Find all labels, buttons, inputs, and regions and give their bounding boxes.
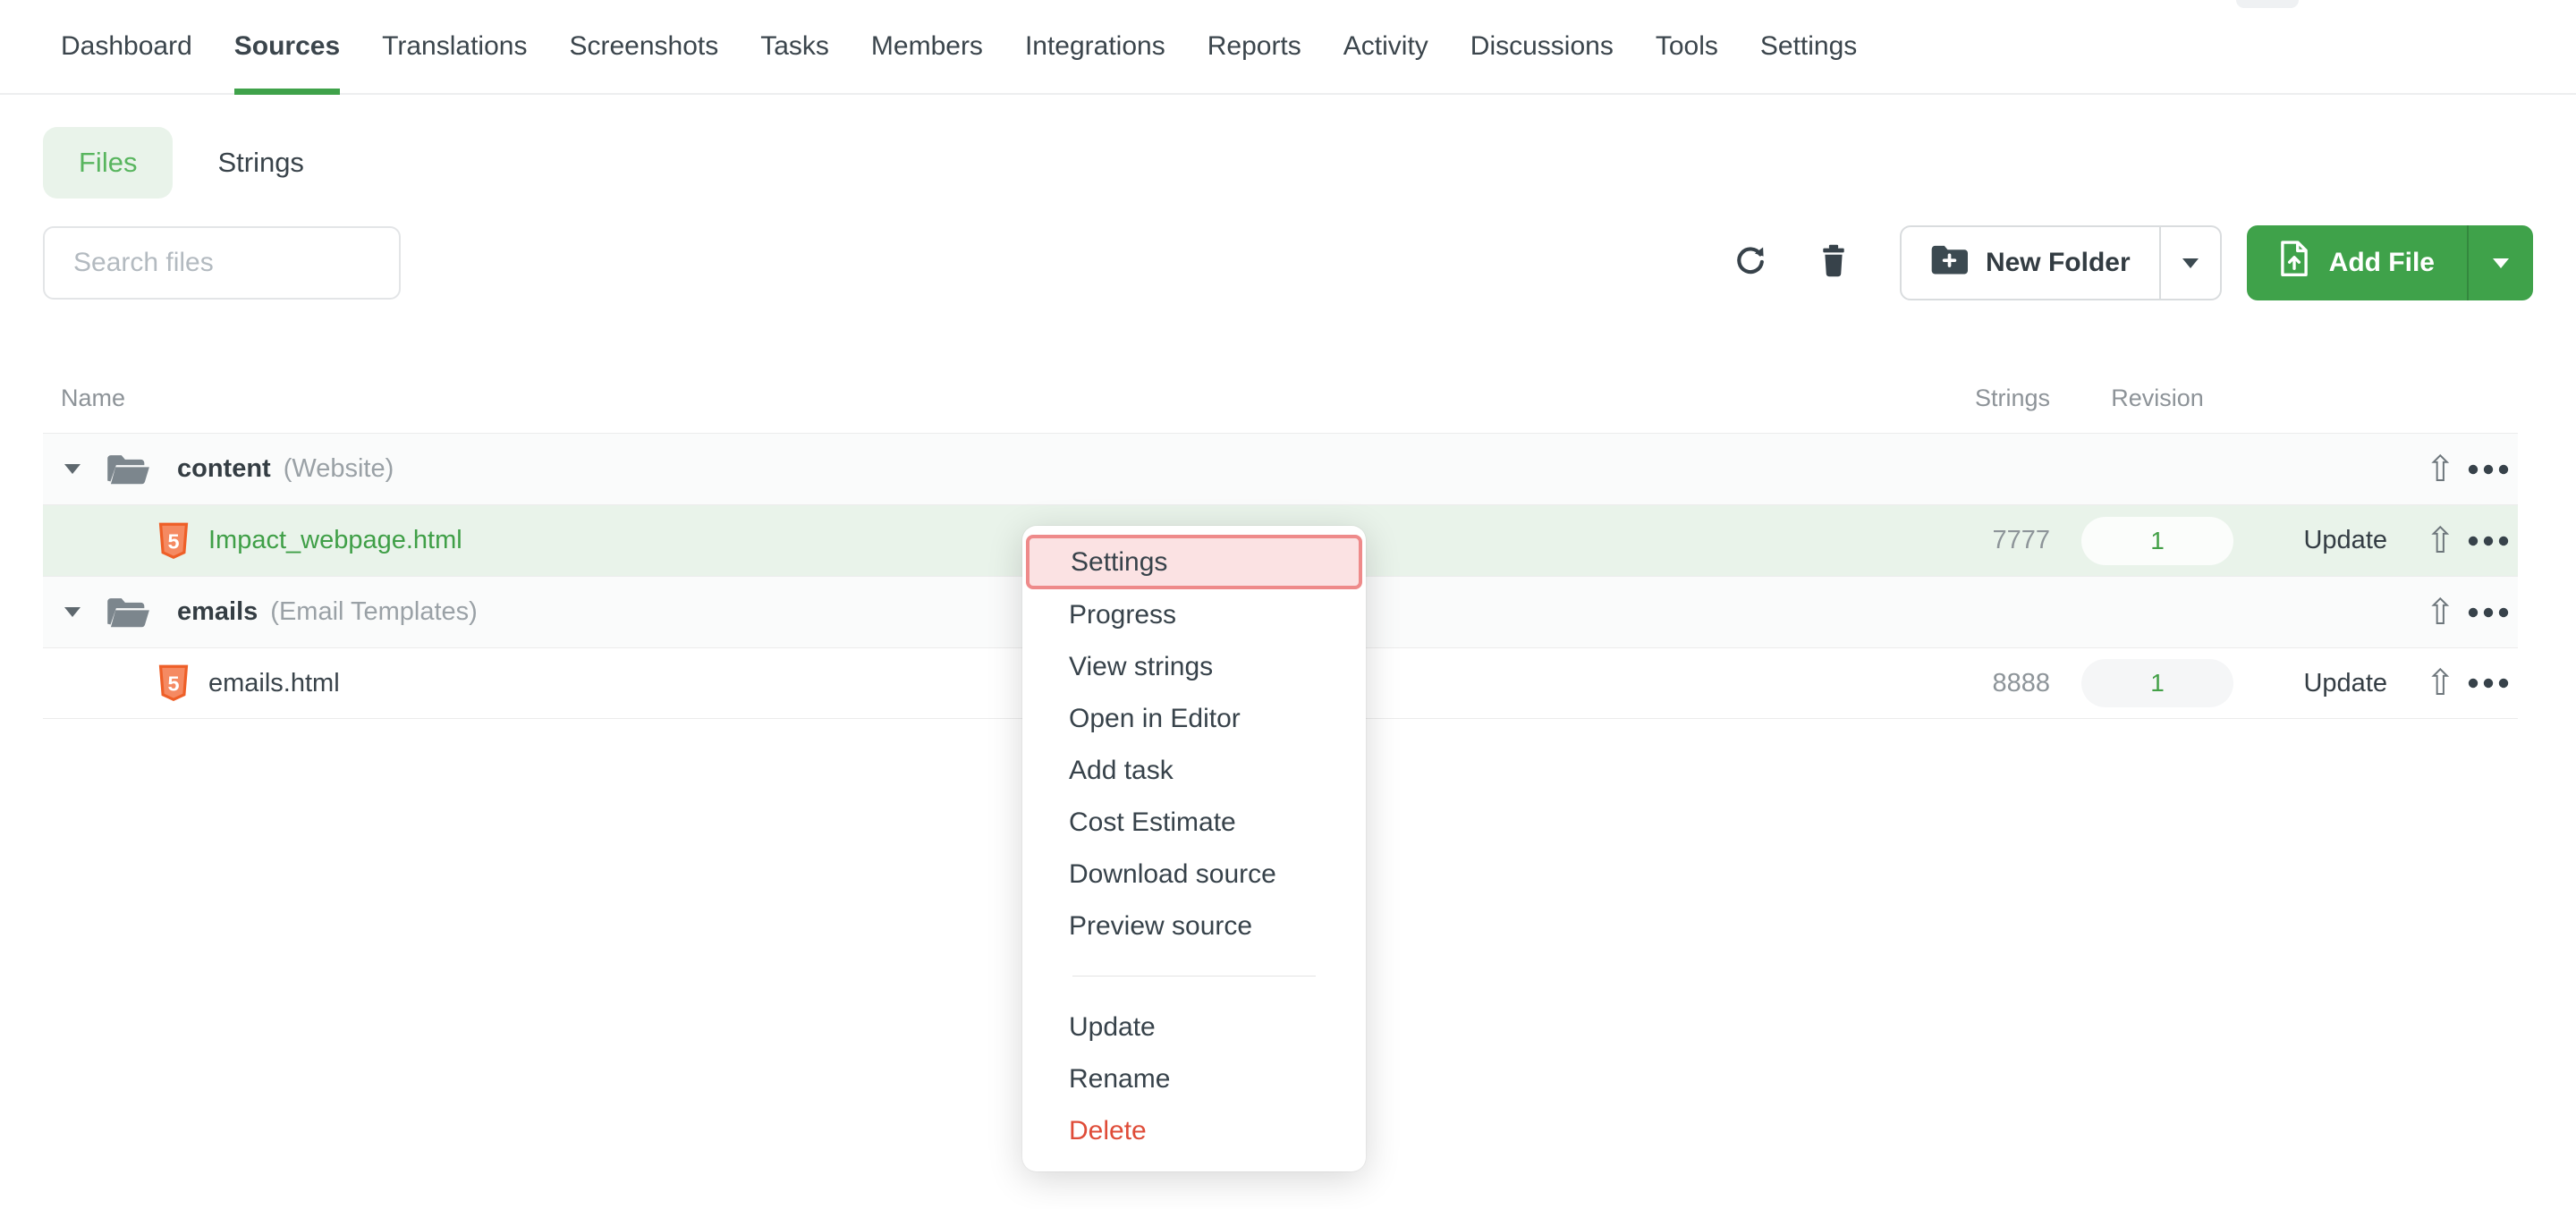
nav-item-members[interactable]: Members [871,0,983,93]
add-file-button[interactable]: Add File [2247,225,2467,300]
add-file-dropdown-button[interactable] [2467,225,2533,300]
collapse-caret-icon[interactable] [64,464,80,474]
folder-open-icon [106,596,150,630]
nav-item-sources[interactable]: Sources [234,0,340,93]
update-file-button[interactable]: Update [2303,526,2387,555]
menu-item-download-source[interactable]: Download source [1022,849,1366,900]
sources-subtabs: Files Strings [43,127,2576,199]
top-nav: Dashboard Sources Translations Screensho… [0,0,2576,95]
menu-item-view-strings[interactable]: View strings [1022,641,1366,693]
nav-item-tasks[interactable]: Tasks [760,0,829,93]
menu-item-preview-source[interactable]: Preview source [1022,900,1366,952]
row-more-actions-button[interactable] [2468,607,2509,618]
nav-item-activity[interactable]: Activity [1343,0,1428,93]
files-toolbar: New Folder Add File [0,225,2576,300]
file-upload-icon [2279,241,2309,285]
column-header-strings: Strings [1975,385,2050,412]
file-name[interactable]: emails.html [208,669,340,698]
svg-text:5: 5 [167,672,179,696]
folder-row-content[interactable]: content (Website) ⇧ [43,433,2518,504]
row-more-actions-button[interactable] [2468,464,2509,475]
chevron-down-icon [2182,258,2199,268]
column-header-revision: Revision [2081,385,2233,412]
trash-icon [1818,243,1850,283]
strings-count: 8888 [1992,669,2050,698]
delete-selected-button[interactable] [1818,243,1850,283]
nav-item-integrations[interactable]: Integrations [1025,0,1165,93]
upload-translations-icon[interactable]: ⇧ [2425,595,2455,630]
nav-item-tools[interactable]: Tools [1656,0,1718,93]
nav-item-discussions[interactable]: Discussions [1470,0,1614,93]
new-folder-icon [1930,244,1968,282]
nav-item-settings[interactable]: Settings [1760,0,1857,93]
folder-name[interactable]: emails [177,597,258,627]
row-more-actions-button[interactable] [2468,678,2509,689]
add-file-label: Add File [2329,248,2435,278]
row-more-actions-button[interactable] [2468,536,2509,546]
menu-item-settings[interactable]: Settings [1026,535,1362,589]
revision-badge: 1 [2081,517,2233,565]
menu-item-open-in-editor[interactable]: Open in Editor [1022,693,1366,745]
refresh-icon [1733,244,1767,283]
column-header-name: Name [61,385,125,412]
menu-item-progress[interactable]: Progress [1022,589,1366,641]
file-name[interactable]: Impact_webpage.html [208,526,462,555]
file-context-menu: Settings Progress View strings Open in E… [1022,526,1366,1171]
nav-item-reports[interactable]: Reports [1208,0,1301,93]
html5-file-icon: 5 [158,522,189,560]
strings-count: 7777 [1992,526,2050,555]
refresh-button[interactable] [1733,244,1767,283]
table-header: Name Strings Revision [43,363,2518,433]
chevron-down-icon [2493,258,2509,268]
upload-translations-icon[interactable]: ⇧ [2425,452,2455,487]
new-folder-dropdown-button[interactable] [2159,227,2220,299]
menu-item-cost-estimate[interactable]: Cost Estimate [1022,797,1366,849]
html5-file-icon: 5 [158,664,189,702]
nav-item-screenshots[interactable]: Screenshots [569,0,718,93]
menu-item-update[interactable]: Update [1022,1002,1366,1053]
folder-note: (Website) [284,454,394,484]
nav-item-translations[interactable]: Translations [382,0,527,93]
upload-translations-icon[interactable]: ⇧ [2425,523,2455,559]
folder-open-icon [106,452,150,486]
revision-badge: 1 [2081,659,2233,707]
scrolled-element-remnant [2236,0,2299,8]
toolbar-actions: New Folder Add File [1733,225,2533,300]
tab-strings[interactable]: Strings [217,147,303,179]
menu-item-add-task[interactable]: Add task [1022,745,1366,797]
add-file-split-button: Add File [2247,225,2533,300]
new-folder-split-button: New Folder [1900,225,2222,300]
folder-note: (Email Templates) [270,597,478,627]
collapse-caret-icon[interactable] [64,607,80,617]
folder-name[interactable]: content [177,454,271,484]
new-folder-label: New Folder [1986,248,2131,278]
update-file-button[interactable]: Update [2303,669,2387,698]
new-folder-button[interactable]: New Folder [1902,227,2159,299]
upload-translations-icon[interactable]: ⇧ [2425,665,2455,701]
menu-item-rename[interactable]: Rename [1022,1053,1366,1105]
nav-item-dashboard[interactable]: Dashboard [61,0,192,93]
menu-item-delete[interactable]: Delete [1022,1105,1366,1157]
svg-text:5: 5 [167,529,179,553]
tab-files[interactable]: Files [43,127,173,199]
search-input[interactable] [43,226,401,300]
